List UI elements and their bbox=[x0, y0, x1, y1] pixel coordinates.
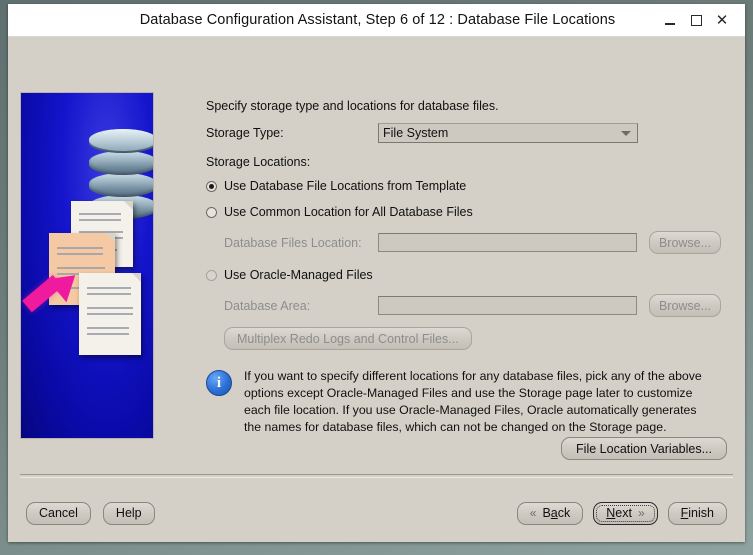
next-button-label: Next bbox=[606, 506, 632, 520]
back-button[interactable]: « Back bbox=[516, 501, 584, 525]
cylinder-band bbox=[89, 173, 153, 197]
chevron-down-icon bbox=[621, 131, 631, 136]
storage-type-value: File System bbox=[383, 126, 449, 140]
radio-label: Use Oracle-Managed Files bbox=[224, 268, 373, 282]
storage-form: Specify storage type and locations for d… bbox=[206, 99, 721, 436]
maximize-button[interactable] bbox=[683, 7, 709, 33]
next-button[interactable]: Next » bbox=[593, 501, 658, 525]
radio-option-common-location[interactable]: Use Common Location for All Database Fil… bbox=[206, 205, 721, 219]
radio-label: Use Common Location for All Database Fil… bbox=[224, 205, 473, 219]
database-area-row: Database Area: Browse... bbox=[224, 294, 721, 317]
window-controls: ✕ bbox=[657, 7, 745, 33]
info-icon: i bbox=[206, 370, 232, 396]
footer-left-buttons: Cancel Help bbox=[26, 501, 155, 525]
browse-database-area-button[interactable]: Browse... bbox=[649, 294, 721, 317]
database-files-location-row: Database Files Location: Browse... bbox=[224, 231, 721, 254]
help-button[interactable]: Help bbox=[102, 501, 155, 525]
database-area-input[interactable] bbox=[378, 296, 637, 315]
desktop-background: Database Configuration Assistant, Step 6… bbox=[0, 0, 753, 555]
storage-type-label: Storage Type: bbox=[206, 126, 284, 140]
minimize-button[interactable] bbox=[657, 7, 683, 33]
chevron-right-icon: » bbox=[637, 506, 645, 520]
browse-database-files-button[interactable]: Browse... bbox=[649, 231, 721, 254]
finish-button-label: Finish bbox=[680, 506, 714, 520]
maximize-icon bbox=[690, 14, 702, 26]
database-area-label: Database Area: bbox=[224, 298, 311, 313]
database-files-location-input[interactable] bbox=[378, 233, 637, 252]
info-message: i If you want to specify different locat… bbox=[206, 368, 721, 436]
info-icon-glyph: i bbox=[216, 374, 222, 391]
radio-indicator bbox=[206, 206, 217, 218]
database-files-illustration bbox=[20, 92, 154, 439]
window-content: Specify storage type and locations for d… bbox=[8, 37, 745, 542]
document-page-icon bbox=[79, 273, 141, 355]
info-message-text: If you want to specify different locatio… bbox=[244, 369, 702, 434]
footer-divider bbox=[20, 474, 733, 478]
file-location-variables-row: File Location Variables... bbox=[561, 437, 727, 460]
finish-button[interactable]: Finish bbox=[667, 501, 727, 525]
chevron-left-icon: « bbox=[529, 506, 537, 520]
multiplex-redo-logs-button[interactable]: Multiplex Redo Logs and Control Files... bbox=[224, 327, 472, 350]
application-window: Database Configuration Assistant, Step 6… bbox=[8, 4, 745, 542]
radio-indicator bbox=[206, 180, 217, 192]
footer-bar: Cancel Help « Back Next » Finish bbox=[8, 485, 745, 541]
cancel-button[interactable]: Cancel bbox=[26, 501, 91, 525]
database-files-location-label: Database Files Location: bbox=[224, 235, 362, 250]
radio-option-template[interactable]: Use Database File Locations from Templat… bbox=[206, 179, 721, 193]
cylinder-band bbox=[89, 151, 153, 175]
storage-locations-label: Storage Locations: bbox=[206, 155, 311, 169]
storage-type-row: Storage Type: File System bbox=[206, 123, 721, 143]
title-bar: Database Configuration Assistant, Step 6… bbox=[8, 4, 745, 37]
footer-right-buttons: « Back Next » Finish bbox=[516, 501, 727, 525]
radio-label: Use Database File Locations from Templat… bbox=[224, 179, 467, 193]
intro-text: Specify storage type and locations for d… bbox=[206, 99, 499, 113]
storage-type-select[interactable]: File System bbox=[378, 123, 638, 143]
arrow-head bbox=[47, 263, 85, 303]
minimize-icon bbox=[665, 22, 675, 25]
file-location-variables-button[interactable]: File Location Variables... bbox=[561, 437, 727, 460]
cylinder-top bbox=[89, 129, 153, 151]
back-button-label: Back bbox=[542, 506, 571, 520]
radio-option-oracle-managed-files[interactable]: Use Oracle-Managed Files bbox=[206, 268, 721, 282]
magenta-arrow-icon bbox=[22, 263, 85, 321]
close-icon: ✕ bbox=[715, 11, 729, 29]
close-button[interactable]: ✕ bbox=[709, 7, 735, 33]
radio-indicator bbox=[206, 269, 217, 281]
multiplex-row: Multiplex Redo Logs and Control Files... bbox=[224, 327, 721, 350]
window-title: Database Configuration Assistant, Step 6… bbox=[139, 12, 616, 28]
